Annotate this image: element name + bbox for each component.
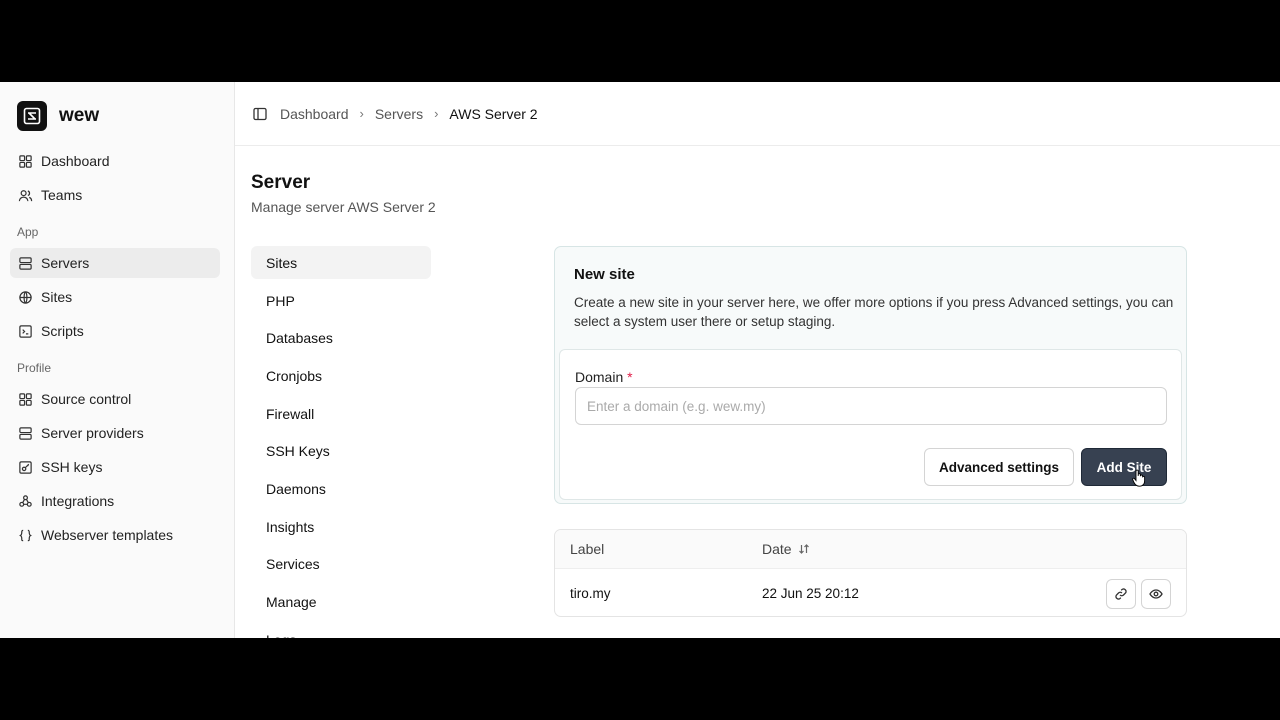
terminal-icon: [19, 324, 32, 338]
domain-input[interactable]: [575, 387, 1167, 425]
chevron-right-icon: ›: [434, 106, 439, 121]
link-icon: [1115, 588, 1127, 600]
sidebar-item-label: Sites: [41, 289, 73, 305]
sidebar-item-label: SSH keys: [41, 459, 103, 475]
sidebar-item-source-control[interactable]: Source control: [10, 384, 220, 414]
tab-php[interactable]: PHP: [251, 284, 431, 317]
add-site-button[interactable]: Add Site: [1081, 448, 1167, 486]
view-site-button[interactable]: [1141, 579, 1171, 609]
card-title: New site: [574, 266, 635, 283]
server-icon: [19, 426, 32, 440]
table-row: tiro.my 22 Jun 25 20:12: [555, 569, 1186, 616]
brand[interactable]: wew: [17, 101, 99, 131]
breadcrumb-current: AWS Server 2: [449, 105, 538, 122]
sidebar-item-label: Teams: [41, 187, 83, 203]
domain-label: Domain *: [575, 369, 633, 385]
new-site-card: New site Create a new site in your serve…: [554, 246, 1187, 504]
sidebar-item-integrations[interactable]: Integrations: [10, 486, 220, 516]
server-icon: [19, 256, 32, 270]
tab-cronjobs[interactable]: Cronjobs: [251, 359, 431, 392]
tab-insights[interactable]: Insights: [251, 510, 431, 543]
sidebar-item-label: Webserver templates: [41, 527, 174, 543]
sidebar-item-label: Scripts: [41, 323, 84, 339]
sidebar-toggle-icon[interactable]: [252, 106, 268, 122]
column-header-date[interactable]: Date: [762, 541, 810, 557]
tab-sites[interactable]: Sites: [251, 246, 431, 279]
hand-cursor-icon: [1132, 469, 1146, 487]
sidebar-item-label: Dashboard: [41, 153, 110, 169]
sidebar-item-scripts[interactable]: Scripts: [10, 316, 220, 346]
sidebar-item-dashboard[interactable]: Dashboard: [10, 146, 220, 176]
column-header-label: Label: [570, 541, 605, 557]
advanced-settings-button[interactable]: Advanced settings: [924, 448, 1074, 486]
breadcrumb-dashboard[interactable]: Dashboard: [280, 106, 349, 122]
sidebar-item-label: Source control: [41, 391, 132, 407]
sidebar-item-ssh-keys[interactable]: SSH keys: [10, 452, 220, 482]
logo-icon: [17, 101, 47, 131]
sidebar-item-teams[interactable]: Teams: [10, 180, 220, 210]
tab-firewall[interactable]: Firewall: [251, 397, 431, 430]
sidebar-item-server-providers[interactable]: Server providers: [10, 418, 220, 448]
tab-services[interactable]: Services: [251, 547, 431, 580]
grid-icon: [19, 154, 32, 168]
open-link-button[interactable]: [1106, 579, 1136, 609]
page-title: Server: [251, 172, 311, 193]
domain-label-text: Domain: [575, 369, 624, 385]
app-window: wew Dashboard Teams App Servers Sites Sc…: [0, 82, 1280, 638]
sidebar: wew Dashboard Teams App Servers Sites Sc…: [0, 82, 235, 638]
tab-ssh-keys[interactable]: SSH Keys: [251, 434, 431, 467]
sites-table: Label Date tiro.my 22 Jun 25 20:12: [554, 529, 1187, 617]
tab-daemons[interactable]: Daemons: [251, 472, 431, 505]
sidebar-item-servers[interactable]: Servers: [10, 248, 220, 278]
integrations-icon: [19, 494, 32, 507]
card-description: Create a new site in your server here, w…: [574, 295, 1174, 329]
sidebar-item-label: Server providers: [41, 425, 144, 441]
sidebar-item-sites[interactable]: Sites: [10, 282, 220, 312]
key-icon: [19, 460, 32, 474]
breadcrumb: Dashboard › Servers › AWS Server 2: [235, 82, 1280, 146]
main-content: Dashboard › Servers › AWS Server 2 Serve…: [235, 82, 1280, 638]
column-header-date-text: Date: [762, 541, 792, 557]
grid-icon: [19, 392, 32, 406]
eye-icon: [1149, 589, 1163, 599]
sidebar-group-profile: Profile: [17, 361, 52, 375]
new-site-form: Domain * Advanced settings Add Site: [559, 349, 1182, 500]
users-icon: [18, 189, 33, 201]
tab-databases[interactable]: Databases: [251, 321, 431, 354]
sort-icon: [798, 544, 809, 554]
breadcrumb-servers[interactable]: Servers: [375, 106, 423, 122]
globe-icon: [19, 290, 32, 304]
brand-name: wew: [59, 105, 100, 126]
table-header: Label Date: [555, 530, 1186, 569]
required-mark: *: [627, 369, 633, 385]
tab-manage[interactable]: Manage: [251, 585, 431, 618]
tab-logs[interactable]: Logs: [251, 623, 431, 639]
braces-icon: [18, 529, 33, 541]
sidebar-item-label: Servers: [41, 255, 90, 271]
row-label: tiro.my: [570, 586, 611, 601]
chevron-right-icon: ›: [359, 106, 364, 121]
page-subtitle: Manage server AWS Server 2: [251, 199, 436, 215]
sidebar-group-app: App: [17, 225, 39, 239]
row-date: 22 Jun 25 20:12: [762, 586, 859, 601]
sidebar-item-label: Integrations: [41, 493, 115, 509]
sidebar-item-webserver-templates[interactable]: Webserver templates: [10, 520, 220, 550]
